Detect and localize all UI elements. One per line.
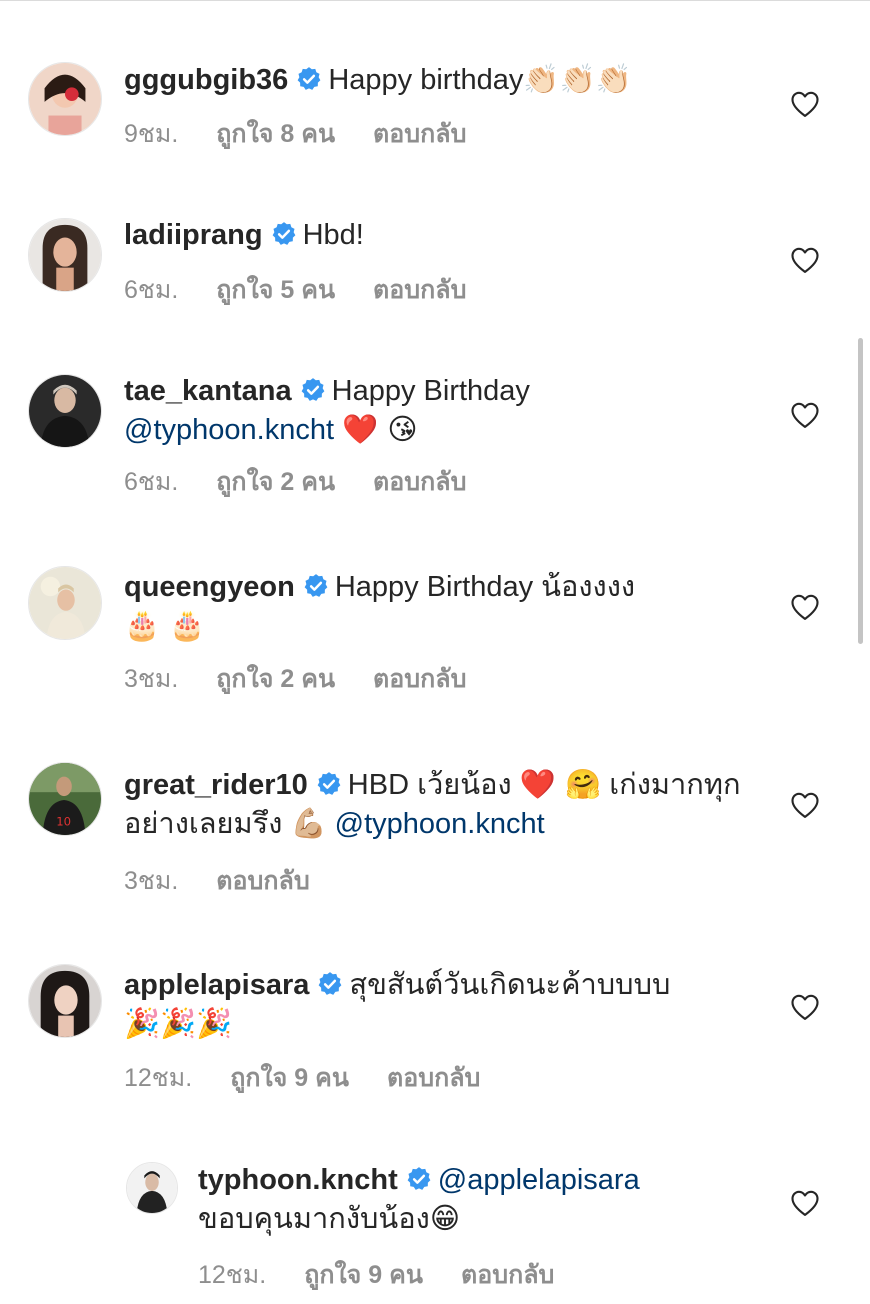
likes-count[interactable]: ถูกใจ 2 คน — [216, 468, 335, 496]
cake-emoji-icon: 🎂 🎂 — [124, 608, 206, 642]
comment-meta: 6ชม. ถูกใจ 2 คน ตอบกลับ — [124, 467, 467, 497]
party-popper-emoji-icon: 🎉🎉🎉 — [124, 1006, 233, 1040]
heart-kiss-emoji-icon: ❤️ 😘 — [342, 412, 418, 446]
avatar[interactable] — [28, 964, 102, 1038]
timestamp: 6ชม. — [124, 276, 179, 304]
username[interactable]: gggubgib36 — [124, 64, 288, 96]
comment-meta: 12ชม. ถูกใจ 9 คน ตอบกลับ — [198, 1260, 554, 1290]
clap-emoji-icon: 👏🏻👏🏻👏🏻 — [523, 62, 632, 96]
top-divider — [0, 0, 870, 1]
comment-text: gggubgib36 Happy birthday👏🏻👏🏻👏🏻 — [124, 60, 744, 99]
timestamp: 9ชม. — [124, 120, 179, 148]
comment-body: สุขสันต์วันเกิดนะค้าบบบบ — [349, 969, 671, 1001]
likes-count[interactable]: ถูกใจ 9 คน — [304, 1261, 423, 1289]
comment-text: great_rider10 HBD เว้ยน้อง ❤️ 🤗 เก่งมากทุ… — [124, 765, 744, 843]
timestamp: 12ชม. — [124, 1064, 193, 1092]
avatar[interactable] — [126, 1162, 178, 1214]
comment-text: applelapisara สุขสันต์วันเกิดนะค้าบบบบ 🎉🎉🎉 — [124, 966, 744, 1043]
reply-button[interactable]: ตอบกลับ — [373, 665, 466, 693]
mention-link[interactable]: @typhoon.kncht — [124, 414, 334, 446]
timestamp: 6ชม. — [124, 468, 179, 496]
comment-body: Happy birthday — [328, 64, 524, 96]
like-heart-icon[interactable] — [790, 593, 820, 621]
timestamp: 12ชม. — [198, 1261, 267, 1289]
comment-text: ladiiprang Hbd! — [124, 216, 744, 254]
mention-link[interactable]: @typhoon.kncht — [335, 808, 545, 840]
heart-hug-emoji-icon: ❤️ 🤗 — [519, 767, 602, 801]
avatar[interactable]: 10 — [28, 762, 102, 836]
like-heart-icon[interactable] — [790, 90, 820, 118]
timestamp: 3ชม. — [124, 665, 179, 693]
reply-button[interactable]: ตอบกลับ — [373, 276, 466, 304]
comment-meta: 3ชม. ถูกใจ 2 คน ตอบกลับ — [124, 664, 467, 694]
scrollbar[interactable] — [858, 338, 863, 644]
avatar[interactable] — [28, 566, 102, 640]
avatar[interactable] — [28, 62, 102, 136]
verified-badge-icon — [296, 66, 322, 92]
comment-text: tae_kantana Happy Birthday @typhoon.kncht … — [124, 372, 744, 449]
verified-badge-icon — [406, 1166, 432, 1192]
likes-count[interactable]: ถูกใจ 9 คน — [230, 1064, 349, 1092]
username[interactable]: typhoon.kncht — [198, 1164, 398, 1196]
verified-badge-icon — [271, 221, 297, 247]
verified-badge-icon — [300, 377, 326, 403]
like-heart-icon[interactable] — [790, 993, 820, 1021]
mention-link[interactable]: @applelapisara — [438, 1164, 640, 1196]
comment-body: HBD เว้ยน้อง — [347, 769, 512, 801]
comment-body: Hbd! — [302, 219, 364, 251]
comment-meta: 12ชม. ถูกใจ 9 คน ตอบกลับ — [124, 1063, 480, 1093]
avatar[interactable] — [28, 218, 102, 292]
comment-body: Happy Birthday — [331, 375, 530, 407]
reply-button[interactable]: ตอบกลับ — [373, 120, 466, 148]
reply-button[interactable]: ตอบกลับ — [216, 867, 309, 895]
username[interactable]: great_rider10 — [124, 769, 308, 801]
likes-count[interactable]: ถูกใจ 8 คน — [216, 120, 335, 148]
svg-text:10: 10 — [56, 814, 71, 828]
grin-emoji-icon: 😁 — [429, 1201, 461, 1235]
comment-body: Happy Birthday น้องงงง — [334, 571, 636, 603]
username[interactable]: ladiiprang — [124, 219, 263, 251]
avatar[interactable] — [28, 374, 102, 448]
reply-button[interactable]: ตอบกลับ — [461, 1261, 554, 1289]
comment-meta: 3ชม. ตอบกลับ — [124, 866, 310, 896]
like-heart-icon[interactable] — [790, 401, 820, 429]
comment-text: queengyeon Happy Birthday น้องงงง 🎂 🎂 — [124, 568, 744, 645]
likes-count[interactable]: ถูกใจ 5 คน — [216, 276, 335, 304]
comment-meta: 9ชม. ถูกใจ 8 คน ตอบกลับ — [124, 119, 467, 149]
timestamp: 3ชม. — [124, 867, 179, 895]
verified-badge-icon — [303, 573, 329, 599]
username[interactable]: applelapisara — [124, 969, 309, 1001]
verified-badge-icon — [316, 771, 342, 797]
comment-body: ขอบคุนมากงับน้อง — [198, 1203, 430, 1235]
like-heart-icon[interactable] — [790, 1189, 820, 1217]
flexed-biceps-emoji-icon: 💪🏼 — [290, 806, 327, 840]
reply-button[interactable]: ตอบกลับ — [373, 468, 466, 496]
like-heart-icon[interactable] — [790, 791, 820, 819]
username[interactable]: queengyeon — [124, 571, 295, 603]
reply-button[interactable]: ตอบกลับ — [387, 1064, 480, 1092]
verified-badge-icon — [317, 971, 343, 997]
like-heart-icon[interactable] — [790, 246, 820, 274]
comment-meta: 6ชม. ถูกใจ 5 คน ตอบกลับ — [124, 275, 467, 305]
username[interactable]: tae_kantana — [124, 375, 292, 407]
comment-text: typhoon.kncht @applelapisara ขอบคุนมากงับน… — [198, 1161, 758, 1238]
likes-count[interactable]: ถูกใจ 2 คน — [216, 665, 335, 693]
